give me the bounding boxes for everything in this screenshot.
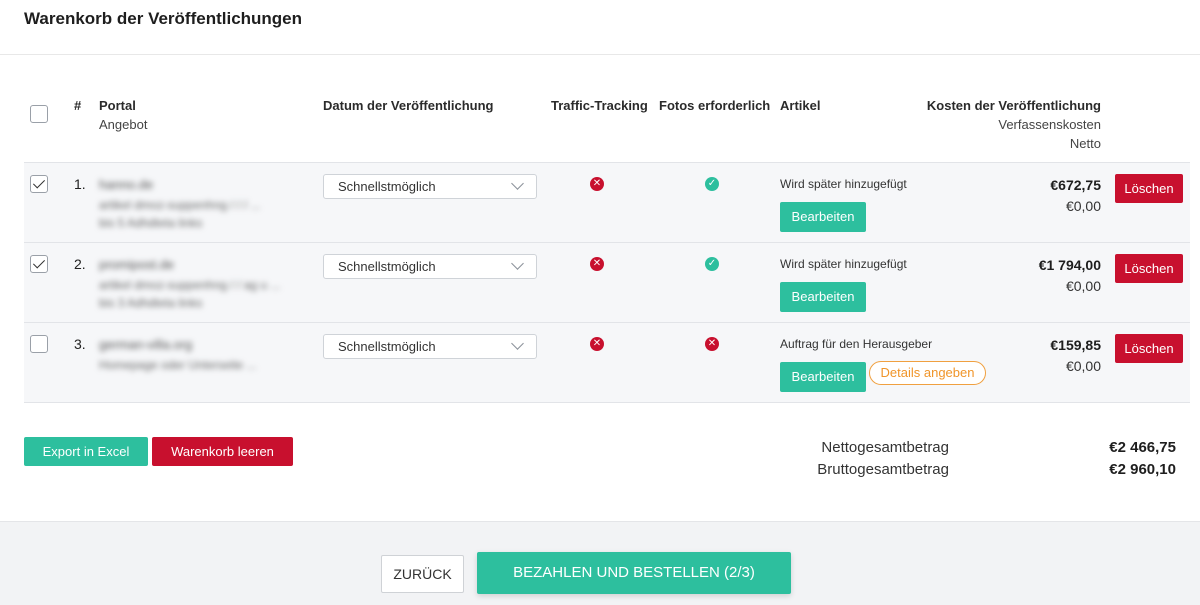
portal-offer: artikel dmoz-suppenhng / / / ... (99, 198, 261, 212)
portal-offer: Homepage oder Unterseite ... (99, 358, 257, 372)
delete-button[interactable]: Löschen (1115, 174, 1183, 203)
edit-button[interactable]: Bearbeiten (780, 202, 866, 232)
publication-date-select[interactable]: Schnellstmöglich (323, 334, 537, 359)
x-circle-icon: ✕ (705, 337, 719, 351)
x-circle-icon: ✕ (590, 177, 604, 191)
column-cost-sub-writing: Verfassenskosten (998, 117, 1101, 132)
column-portal: Portal (99, 98, 136, 113)
portal-name[interactable]: german-villa.org (99, 337, 192, 352)
table-row: 1. hanno.de artikel dmoz-suppenhng / / /… (24, 163, 1190, 243)
portal-offer: artikel dmoz-suppenhng / / ag u ... (99, 278, 281, 292)
row-checkbox[interactable] (30, 175, 48, 193)
page-header: Warenkorb der Veröffentlichungen (0, 0, 1200, 55)
writing-cost: €0,00 (1065, 358, 1101, 374)
portal-name[interactable]: hanno.de (99, 177, 153, 192)
column-date: Datum der Veröffentlichung (323, 98, 494, 113)
column-cost-sub-net: Netto (1069, 136, 1101, 151)
publication-price: €672,75 (1050, 177, 1101, 193)
table-header: # Portal Angebot Datum der Veröffentlich… (24, 90, 1190, 163)
export-excel-button[interactable]: Export in Excel (24, 437, 148, 466)
delete-button[interactable]: Löschen (1115, 334, 1183, 363)
publication-date-select[interactable]: Schnellstmöglich (323, 174, 537, 199)
table-row: 2. promipost.de artikel dmoz-suppenhng /… (24, 243, 1190, 323)
row-checkbox[interactable] (30, 255, 48, 273)
checkout-footer: ZURÜCK BEZAHLEN UND BESTELLEN (2/3) (0, 521, 1200, 605)
chevron-down-icon (511, 177, 524, 190)
column-article: Artikel (780, 98, 821, 113)
back-button[interactable]: ZURÜCK (381, 555, 464, 593)
net-total-value: €2 466,75 (1109, 439, 1176, 456)
gross-total-value: €2 960,10 (1109, 461, 1176, 478)
portal-name[interactable]: promipost.de (99, 257, 174, 272)
writing-cost: €0,00 (1065, 198, 1101, 214)
row-number: 3. (74, 336, 86, 352)
x-circle-icon: ✕ (590, 257, 604, 271)
clear-cart-button[interactable]: Warenkorb leeren (152, 437, 293, 466)
column-photos: Fotos erforderlich (659, 98, 771, 113)
publication-date-value: Schnellstmöglich (338, 259, 436, 274)
writing-cost: €0,00 (1065, 278, 1101, 294)
net-total-label: Nettogesamtbetrag (821, 439, 949, 456)
page-title: Warenkorb der Veröffentlichungen (24, 9, 303, 28)
table-row: 3. german-villa.org Homepage oder Unters… (24, 323, 1190, 403)
select-all-checkbox[interactable] (30, 105, 48, 123)
details-button[interactable]: Details angeben (869, 361, 986, 385)
portal-offer: bis 3 Adhdteta links (99, 296, 203, 310)
column-portal-sub: Angebot (99, 117, 148, 132)
publication-date-value: Schnellstmöglich (338, 339, 436, 354)
check-circle-icon: ✓ (705, 257, 719, 271)
gross-total-label: Bruttogesamtbetrag (817, 461, 949, 478)
pay-and-order-button[interactable]: BEZAHLEN UND BESTELLEN (2/3) (477, 552, 791, 594)
chevron-down-icon (511, 337, 524, 350)
column-traffic: Traffic-Tracking (551, 98, 648, 113)
article-status: Wird später hinzugefügt (780, 257, 907, 271)
publication-price: €1 794,00 (1038, 257, 1101, 273)
edit-button[interactable]: Bearbeiten (780, 362, 866, 392)
publication-date-value: Schnellstmöglich (338, 179, 436, 194)
column-index: # (74, 98, 82, 113)
publication-price: €159,85 (1050, 337, 1101, 353)
publication-date-select[interactable]: Schnellstmöglich (323, 254, 537, 279)
row-checkbox[interactable] (30, 335, 48, 353)
chevron-down-icon (511, 257, 524, 270)
row-number: 1. (74, 176, 86, 192)
article-status: Auftrag für den Herausgeber (780, 337, 933, 351)
portal-offer: bis 5 Adhdteta links (99, 216, 203, 230)
check-circle-icon: ✓ (705, 177, 719, 191)
delete-button[interactable]: Löschen (1115, 254, 1183, 283)
column-cost: Kosten der Veröffentlichung (926, 98, 1101, 113)
row-number: 2. (74, 256, 86, 272)
article-status: Wird später hinzugefügt (780, 177, 907, 191)
x-circle-icon: ✕ (590, 337, 604, 351)
edit-button[interactable]: Bearbeiten (780, 282, 866, 312)
